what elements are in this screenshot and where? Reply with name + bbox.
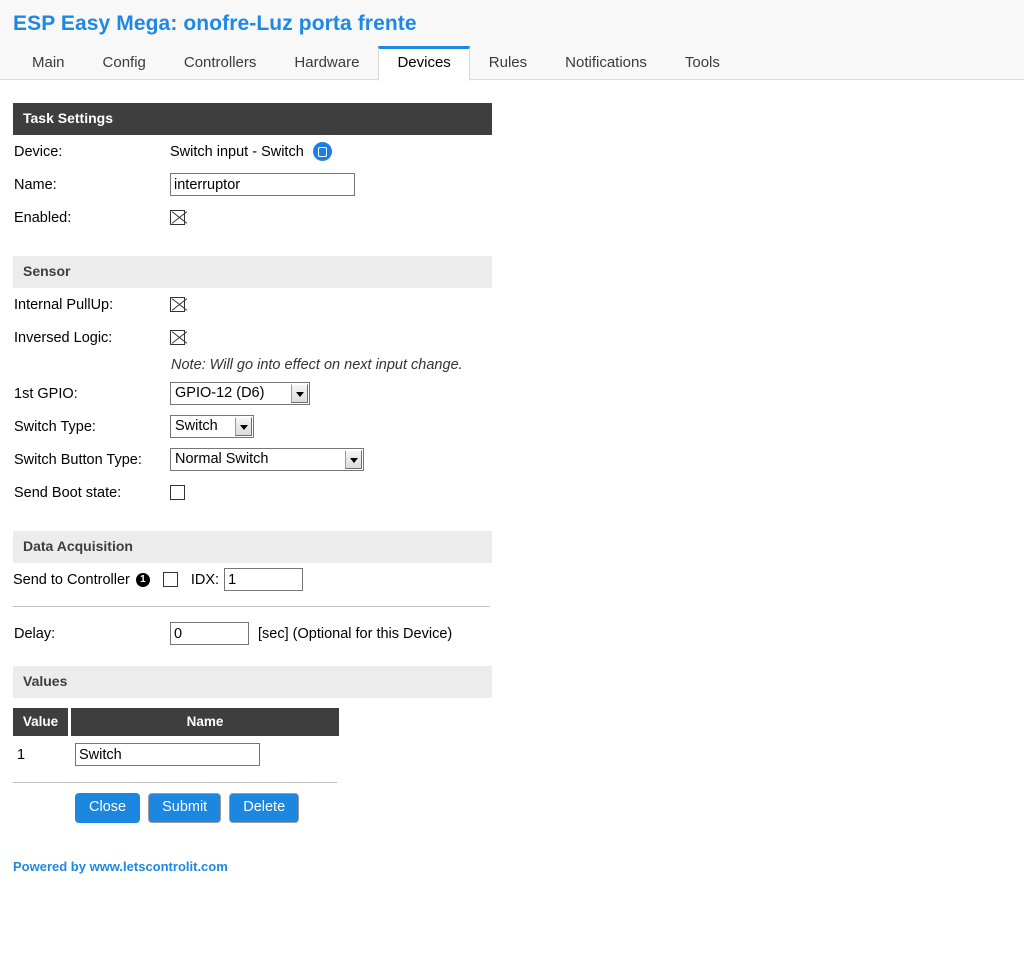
device-value: Switch input - Switch [170,143,304,160]
row-send-boot-state: Send Boot state: [13,476,492,509]
page-title: ESP Easy Mega: onofre-Luz porta frente [13,12,417,35]
column-header-name: Name [71,708,339,736]
controller-number-badge: 1 [135,572,150,587]
form-actions: Close Submit Delete [13,793,492,823]
value-name-cell [71,736,339,772]
main-tab-bar: Main Config Controllers Hardware Devices… [13,45,739,81]
tab-rules[interactable]: Rules [470,46,546,80]
send-to-controller-checkbox[interactable] [162,572,178,587]
row-switch-button-type: Switch Button Type: Normal Switch [13,443,492,476]
chevron-down-icon [345,450,362,469]
switch-type-select[interactable]: Switch [170,415,254,438]
row-device: Device: Switch input - Switch [13,135,492,168]
chevron-down-icon [291,384,308,403]
row-internal-pullup: Internal PullUp: [13,288,492,321]
switch-button-type-select[interactable]: Normal Switch [170,448,364,471]
section-header-sensor: Sensor [13,256,492,288]
idx-label: IDX: [190,571,220,588]
gpio-select[interactable]: GPIO-12 (D6) [170,382,310,405]
row-inversed-logic: Inversed Logic: [13,321,492,354]
device-label: Device: [14,143,63,160]
column-header-value: Value [13,708,71,736]
device-info-icon[interactable] [312,142,332,161]
internal-pullup-checkbox[interactable] [170,297,185,312]
task-name-input[interactable] [170,173,355,196]
gpio-select-value: GPIO-12 (D6) [175,385,265,401]
send-boot-state-label: Send Boot state: [14,484,122,501]
inversed-logic-checkbox[interactable] [170,330,185,345]
values-table-header-row: Value Name [13,708,339,736]
delete-button[interactable]: Delete [229,793,300,823]
inversed-logic-label: Inversed Logic: [14,329,113,346]
row-name: Name: [13,168,492,201]
divider [13,782,337,783]
switch-type-select-value: Switch [175,418,218,434]
idx-input[interactable] [224,568,304,591]
submit-button[interactable]: Submit [148,793,222,823]
row-send-to-controller: Send to Controller 1 IDX: [13,563,492,596]
values-table: Value Name 1 [13,708,339,772]
section-header-task-settings: Task Settings [13,103,492,135]
value-index-cell: 1 [17,746,26,763]
gpio-label: 1st GPIO: [14,385,78,402]
enabled-label: Enabled: [14,209,72,226]
switch-button-type-select-value: Normal Switch [175,451,269,467]
tab-devices[interactable]: Devices [378,46,470,81]
tab-main[interactable]: Main [13,46,84,80]
send-to-controller-label: Send to Controller [13,571,130,588]
value-name-input[interactable] [75,743,260,766]
page-content: Task Settings Device: Switch input - Swi… [0,103,1024,894]
enabled-checkbox[interactable] [170,210,185,225]
footer-credit[interactable]: Powered by www.letscontrolit.com [13,859,1024,894]
page-header: ESP Easy Mega: onofre-Luz porta frente M… [0,0,1024,81]
divider [13,606,490,607]
table-row: 1 [13,736,339,772]
row-enabled: Enabled: [13,201,492,234]
tab-tools[interactable]: Tools [666,46,739,80]
inversed-logic-note: Note: Will go into effect on next input … [171,357,463,373]
switch-type-label: Switch Type: [14,418,96,435]
row-switch-type: Switch Type: Switch [13,410,492,443]
row-gpio: 1st GPIO: GPIO-12 (D6) [13,377,492,410]
close-button[interactable]: Close [75,793,141,823]
internal-pullup-label: Internal PullUp: [14,296,114,313]
section-header-values: Values [13,666,492,698]
row-delay: Delay: [sec] (Optional for this Device) [13,617,492,650]
delay-input[interactable] [170,622,249,645]
tab-config[interactable]: Config [84,46,165,80]
delay-suffix-text: [sec] (Optional for this Device) [258,625,453,642]
section-header-data-acquisition: Data Acquisition [13,531,492,563]
switch-button-type-label: Switch Button Type: [14,451,142,468]
chevron-down-icon [235,417,252,436]
name-label: Name: [14,176,57,193]
delay-label: Delay: [14,625,56,642]
send-boot-state-checkbox[interactable] [170,485,185,500]
device-settings-form: Task Settings Device: Switch input - Swi… [13,103,492,823]
tab-controllers[interactable]: Controllers [165,46,276,80]
tab-notifications[interactable]: Notifications [546,46,666,80]
tab-hardware[interactable]: Hardware [275,46,378,80]
